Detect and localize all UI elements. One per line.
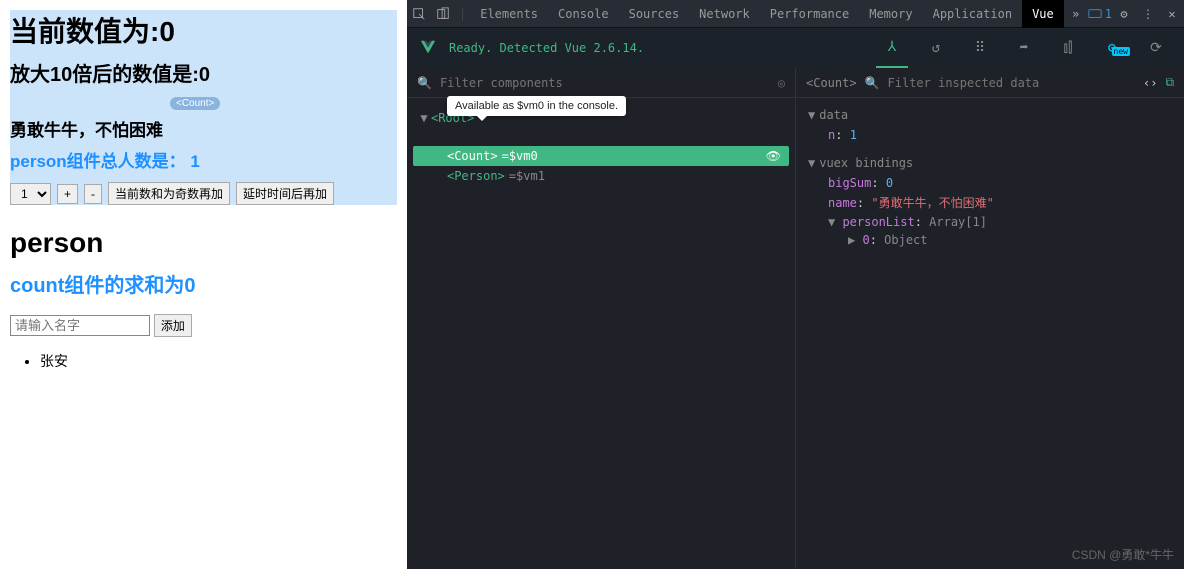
count-sum: count组件的求和为0	[10, 269, 397, 298]
brave-text: 勇敢牛牛，不怕困难	[10, 116, 397, 141]
inspected-component: <Count>	[806, 76, 857, 90]
console-tooltip: Available as $vm0 in the console.	[447, 96, 626, 116]
perf-tool-icon[interactable]: ⫾⫿	[1052, 40, 1084, 56]
search-icon: 🔍	[865, 76, 880, 90]
add-button[interactable]: 添加	[154, 314, 192, 337]
tab-network[interactable]: Network	[689, 0, 760, 28]
tab-sources[interactable]: Sources	[619, 0, 690, 28]
heading-current-value: 当前数值为:0	[10, 10, 397, 50]
minus-button[interactable]: -	[84, 184, 102, 204]
count-badge: <Count>	[170, 97, 220, 110]
device-icon[interactable]	[431, 6, 455, 21]
tab-application[interactable]: Application	[923, 0, 1022, 28]
tree-count[interactable]: <Count> = $vm0 👁	[413, 146, 789, 166]
search-icon: 🔍	[417, 76, 432, 90]
section-vuex[interactable]: ▼vuex bindings	[808, 156, 1172, 170]
timeline-tool-icon[interactable]: ↺	[920, 40, 952, 56]
close-icon[interactable]: ✕	[1160, 7, 1184, 21]
odd-add-button[interactable]: 当前数和为奇数再加	[108, 182, 230, 205]
vuex-bigsum: bigSum: 0	[808, 174, 1172, 192]
tab-elements[interactable]: Elements	[470, 0, 548, 28]
tab-console[interactable]: Console	[548, 0, 619, 28]
messages-badge[interactable]: 1	[1088, 7, 1112, 21]
kebab-icon[interactable]: ⋮	[1136, 7, 1160, 21]
person-title: person	[10, 227, 397, 259]
vue-status: Ready. Detected Vue 2.6.14.	[449, 41, 644, 55]
refresh-tool-icon[interactable]: ⟳	[1140, 40, 1172, 56]
tab-performance[interactable]: Performance	[760, 0, 859, 28]
target-icon[interactable]: ◎	[778, 76, 785, 90]
tree-person[interactable]: <Person> = $vm1	[413, 166, 789, 186]
filter-inspected-input[interactable]	[888, 76, 1135, 90]
vuex-personlist[interactable]: ▼ personList: Array[1]	[808, 213, 1172, 231]
tab-memory[interactable]: Memory	[859, 0, 922, 28]
vue-logo-icon	[419, 39, 437, 57]
plus-button[interactable]: +	[57, 184, 78, 204]
eye-icon[interactable]: 👁	[766, 149, 781, 163]
more-tabs-icon[interactable]: »	[1064, 7, 1088, 21]
delay-add-button[interactable]: 延时时间后再加	[236, 182, 334, 205]
settings-icon[interactable]: ⚙	[1112, 7, 1136, 21]
name-input[interactable]	[10, 315, 150, 336]
personlist-0[interactable]: ▶ 0: Object	[808, 231, 1172, 249]
tab-vue[interactable]: Vue	[1022, 0, 1064, 28]
code-icon[interactable]: ‹›	[1143, 76, 1157, 90]
watermark: CSDN @勇敢*牛牛	[1072, 546, 1174, 563]
vuex-name: name: "勇敢牛牛，不怕困难"	[808, 192, 1172, 213]
heading-times10: 放大10倍后的数值是:0	[10, 58, 397, 87]
data-n: n: 1	[808, 126, 1172, 144]
routes-tool-icon[interactable]: ➦	[1008, 40, 1040, 56]
settings-tool-icon[interactable]: ⚙new	[1096, 40, 1128, 56]
person-total: person组件总人数是： 1	[10, 147, 397, 172]
open-external-icon[interactable]: ⧉	[1165, 75, 1174, 90]
section-data[interactable]: ▼data	[808, 108, 1172, 122]
vuex-tool-icon[interactable]: ⠿	[964, 40, 996, 56]
devtools-tabbar: | Elements Console Sources Network Perfo…	[407, 0, 1184, 28]
inspect-icon[interactable]	[407, 6, 431, 21]
filter-components-input[interactable]	[440, 76, 770, 90]
components-tool-icon[interactable]: ⅄	[876, 28, 908, 68]
list-item: 张安	[40, 351, 397, 371]
increment-select[interactable]: 1	[10, 183, 51, 205]
